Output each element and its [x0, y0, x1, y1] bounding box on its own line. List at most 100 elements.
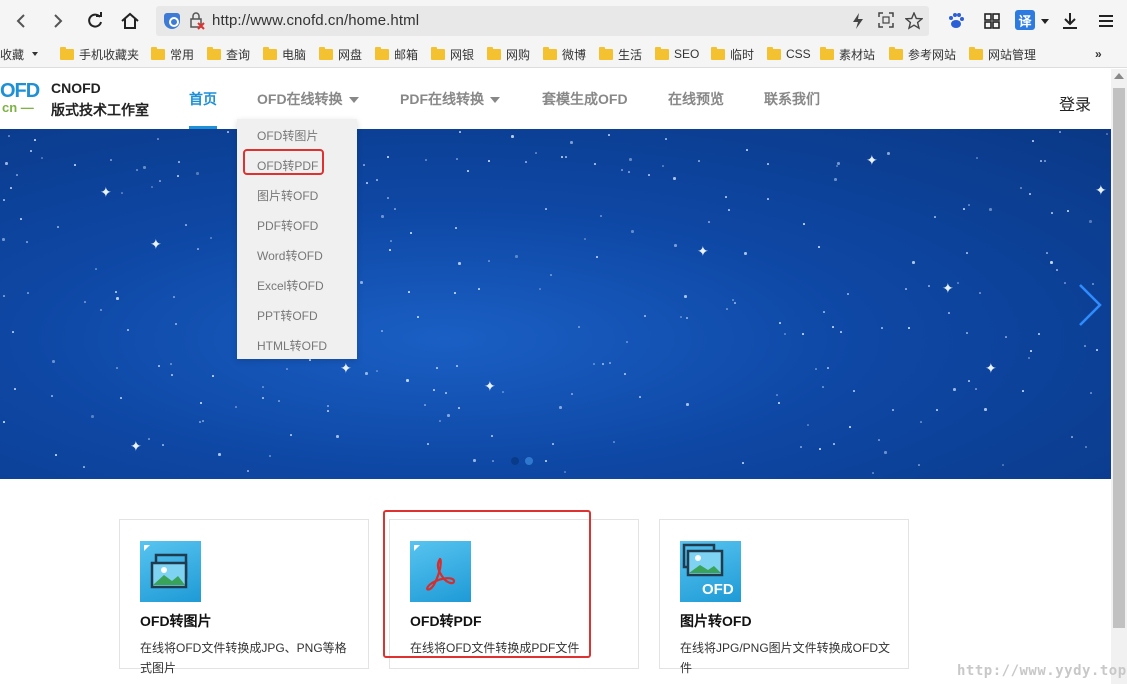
- address-bar[interactable]: http://www.cnofd.cn/home.html: [156, 6, 929, 36]
- caret-down-icon: [490, 97, 500, 104]
- bookmark-favorites-menu[interactable]: 收藏: [0, 45, 39, 63]
- bookmark-folder[interactable]: 网站管理: [969, 45, 1036, 63]
- carousel-dot[interactable]: [511, 457, 519, 465]
- scrollbar-thumb[interactable]: [1113, 88, 1125, 628]
- star: [725, 196, 727, 198]
- nav-ofd-convert[interactable]: OFD在线转换: [257, 89, 359, 109]
- nav-pdf-convert[interactable]: PDF在线转换: [400, 89, 500, 109]
- bookmarks-overflow-icon[interactable]: »: [1095, 45, 1102, 63]
- bookmark-folder[interactable]: 参考网站: [889, 45, 956, 63]
- bookmark-label: 素材站: [839, 47, 876, 62]
- folder-icon: [487, 46, 501, 60]
- star: [157, 138, 159, 140]
- bookmark-folder[interactable]: 微博: [543, 45, 586, 63]
- star: [847, 293, 849, 295]
- nav-home[interactable]: 首页: [189, 89, 217, 109]
- star: [1038, 333, 1040, 335]
- star-icon[interactable]: [904, 11, 924, 30]
- dropdown-item-ppt-to-ofd[interactable]: PPT转OFD: [257, 307, 318, 324]
- home-button[interactable]: [117, 8, 143, 34]
- star: [394, 208, 396, 210]
- carousel-dot[interactable]: [525, 457, 533, 465]
- star: [726, 308, 728, 310]
- dropdown-item-excel-to-ofd[interactable]: Excel转OFD: [257, 277, 324, 294]
- star: [928, 285, 930, 287]
- translate-menu-caret-icon[interactable]: [1039, 10, 1051, 32]
- star: [1030, 350, 1032, 352]
- star: [227, 131, 229, 133]
- folder-icon: [820, 46, 834, 60]
- translate-button[interactable]: 译: [1015, 10, 1035, 30]
- dropdown-item-ofd-to-image[interactable]: OFD转图片: [257, 127, 318, 144]
- dropdown-item-word-to-ofd[interactable]: Word转OFD: [257, 247, 323, 264]
- star: [115, 291, 117, 293]
- star: [968, 204, 970, 206]
- scroll-up-arrow-icon[interactable]: [1114, 73, 1124, 79]
- star: [934, 216, 936, 218]
- sparkle-icon: ✦: [340, 360, 352, 376]
- star: [957, 282, 959, 284]
- reload-icon: [88, 12, 102, 28]
- star: [116, 297, 119, 300]
- bookmark-folder[interactable]: 邮箱: [375, 45, 418, 63]
- bookmark-folder[interactable]: CSS: [767, 45, 811, 63]
- dropdown-item-html-to-ofd[interactable]: HTML转OFD: [257, 337, 327, 354]
- bookmark-folder[interactable]: 查询: [207, 45, 250, 63]
- star: [91, 415, 94, 418]
- reload-button[interactable]: [82, 8, 108, 34]
- bookmark-folder[interactable]: 网盘: [319, 45, 362, 63]
- back-button[interactable]: [8, 8, 34, 34]
- dropdown-item-pdf-to-ofd[interactable]: PDF转OFD: [257, 217, 318, 234]
- star: [488, 260, 490, 262]
- star: [51, 395, 53, 397]
- star: [559, 406, 562, 409]
- card-image-to-ofd[interactable]: OFD 图片转OFD 在线将JPG/PNG图片文件转换成OFD文件: [659, 519, 909, 675]
- nav-label: OFD在线转换: [257, 91, 343, 107]
- bookmark-folder[interactable]: 常用: [151, 45, 194, 63]
- star: [197, 248, 199, 250]
- apps-grid-icon[interactable]: [981, 10, 1003, 32]
- card-ofd-to-image[interactable]: OFD转图片 在线将OFD文件转换成JPG、PNG等格式图片: [119, 519, 369, 675]
- forward-button[interactable]: [45, 8, 71, 34]
- star: [644, 315, 646, 317]
- insecure-lock-icon[interactable]: [189, 12, 205, 30]
- bookmark-label: 查询: [226, 47, 251, 62]
- bookmark-folder[interactable]: 生活: [599, 45, 642, 63]
- star: [976, 157, 978, 159]
- bookmark-folder[interactable]: 电脑: [263, 45, 306, 63]
- star: [8, 135, 10, 137]
- star: [491, 435, 493, 437]
- star: [800, 446, 802, 448]
- shield-icon: [164, 13, 180, 29]
- star: [631, 230, 634, 233]
- star: [3, 295, 5, 297]
- dropdown-item-image-to-ofd[interactable]: 图片转OFD: [257, 187, 318, 204]
- bookmark-folder[interactable]: 网购: [487, 45, 530, 63]
- paw-extension-icon[interactable]: [945, 10, 967, 32]
- bookmark-folder[interactable]: SEO: [655, 45, 699, 63]
- bookmark-folder[interactable]: 临时: [711, 45, 754, 63]
- lightning-icon[interactable]: [849, 12, 867, 30]
- star: [966, 252, 968, 254]
- star: [767, 198, 769, 200]
- bookmark-folder[interactable]: 素材站: [820, 45, 875, 63]
- star: [235, 406, 237, 408]
- login-link[interactable]: 登录: [1059, 91, 1091, 115]
- star: [1071, 436, 1073, 438]
- nav-contact[interactable]: 联系我们: [764, 89, 820, 109]
- star: [424, 404, 426, 406]
- menu-icon[interactable]: [1095, 10, 1117, 32]
- download-icon[interactable]: [1059, 10, 1081, 32]
- star: [200, 402, 202, 404]
- bookmark-folder[interactable]: 网银: [431, 45, 474, 63]
- star: [1028, 357, 1030, 359]
- screenshot-icon[interactable]: [877, 12, 895, 30]
- banner-next-arrow-icon[interactable]: [1074, 283, 1104, 327]
- nav-online-preview[interactable]: 在线预览: [668, 89, 724, 109]
- star: [262, 386, 264, 388]
- star: [376, 179, 378, 181]
- url-text[interactable]: http://www.cnofd.cn/home.html: [212, 12, 419, 29]
- watermark: http://www.yydy.top: [957, 663, 1127, 679]
- nav-template-ofd[interactable]: 套模生成OFD: [542, 89, 628, 109]
- bookmark-folder[interactable]: 手机收藏夹: [60, 45, 139, 63]
